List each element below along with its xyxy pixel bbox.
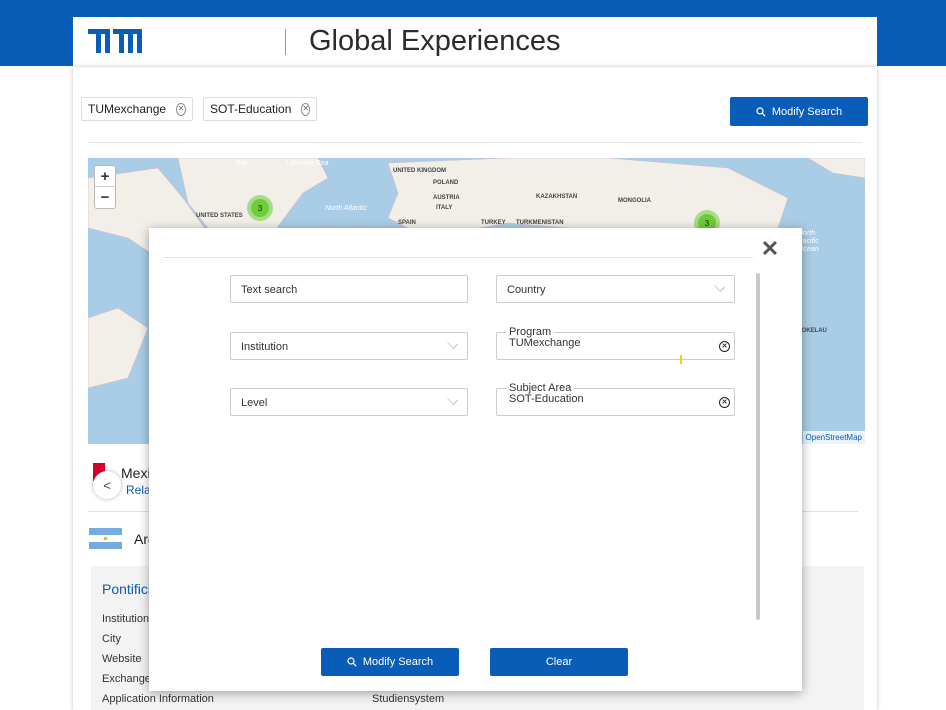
filter-chip-program: TUMexchange ✕ [81, 97, 193, 121]
modal-divider [163, 257, 753, 258]
zoom-in-button[interactable]: + [95, 166, 115, 187]
header-divider [285, 29, 286, 55]
search-modal: ✕ Text search Country Institution Progra… [149, 228, 802, 691]
circle-x-icon[interactable]: ✕ [301, 102, 311, 116]
subject-area-select[interactable]: Subject Area SOT-Education ✕ [496, 382, 735, 416]
card-label-institution: Institution [102, 613, 150, 625]
zoom-out-button[interactable]: − [95, 187, 115, 208]
clear-icon[interactable]: ✕ [719, 341, 730, 352]
institution-placeholder: Institution [241, 341, 289, 353]
map-attribution[interactable]: OpenStreetMap [802, 431, 865, 444]
page-title: Global Experiences [309, 25, 561, 57]
subject-area-value: SOT-Education [509, 393, 584, 405]
map-label-turkey: TURKEY [481, 220, 506, 226]
map-label-kazakhstan: KAZAKHSTAN [536, 194, 578, 200]
map-cluster-marker[interactable]: 3 [247, 195, 273, 221]
map-label-united-kingdom: UNITED KINGDOM [393, 168, 446, 174]
map-label-tokelau: TOKELAU [798, 328, 827, 334]
chevron-down-icon [714, 281, 725, 292]
country-select[interactable]: Country [496, 275, 735, 303]
chevron-down-icon [447, 338, 458, 349]
card-label-city: City [102, 633, 121, 645]
clear-button[interactable]: Clear [490, 648, 628, 676]
chip-label: SOT-Education [210, 102, 292, 116]
section-divider [88, 142, 862, 143]
map-label-turkmenistan: TURKMENISTAN [516, 220, 564, 226]
map-label-labrador: Labrador Sea [286, 160, 329, 167]
institution-select[interactable]: Institution [230, 332, 468, 360]
text-search-input[interactable]: Text search [230, 275, 468, 303]
close-icon[interactable]: ✕ [759, 236, 781, 261]
argentina-flag-icon [89, 528, 122, 549]
map-label-united-states: UNITED STATES [196, 213, 243, 219]
modify-search-label: Modify Search [771, 105, 843, 118]
map-label-spain: SPAIN [398, 220, 416, 226]
search-icon [756, 106, 766, 117]
map-label-mongolia: MONGOLIA [618, 198, 651, 204]
level-placeholder: Level [241, 397, 268, 409]
cluster-count: 3 [251, 199, 269, 217]
country-placeholder: Country [507, 284, 546, 296]
search-icon [347, 657, 357, 667]
map-label-poland: POLAND [433, 180, 459, 186]
tum-logo[interactable] [86, 25, 144, 55]
map-label-italy: ITALY [436, 205, 453, 211]
map-label-bay: Bay [236, 160, 249, 167]
modal-scrollbar[interactable] [756, 273, 760, 620]
modify-search-button[interactable]: Modify Search [730, 97, 868, 126]
modal-modify-search-button[interactable]: Modify Search [321, 648, 459, 676]
page-header: Global Experiences [73, 17, 877, 67]
card-label-exchange: Exchange [102, 673, 151, 685]
chevron-down-icon [447, 394, 458, 405]
program-select[interactable]: Program TUMexchange ✕ [496, 326, 735, 360]
chip-label: TUMexchange [88, 102, 167, 116]
card-value-application: Studiensystem [372, 693, 445, 705]
level-select[interactable]: Level [230, 388, 468, 416]
modal-modify-search-label: Modify Search [362, 656, 434, 668]
clear-icon[interactable]: ✕ [719, 397, 730, 408]
card-label-application: Application Information [102, 693, 214, 705]
card-label-website: Website [102, 653, 142, 665]
map-label-north-atlantic: North Atlantic [325, 205, 367, 212]
chevron-left-icon[interactable]: < [93, 471, 121, 499]
clear-label: Clear [545, 656, 573, 668]
text-search-placeholder: Text search [241, 284, 298, 296]
filter-chip-subject: SOT-Education ✕ [203, 97, 317, 121]
text-cursor [680, 355, 682, 364]
program-value: TUMexchange [509, 337, 581, 349]
map-label-north-pacific: North Pacific Ocean [798, 230, 819, 253]
circle-x-icon[interactable]: ✕ [176, 102, 186, 116]
map-zoom-control: + − [94, 165, 116, 209]
map-label-austria: AUSTRIA [433, 195, 460, 201]
